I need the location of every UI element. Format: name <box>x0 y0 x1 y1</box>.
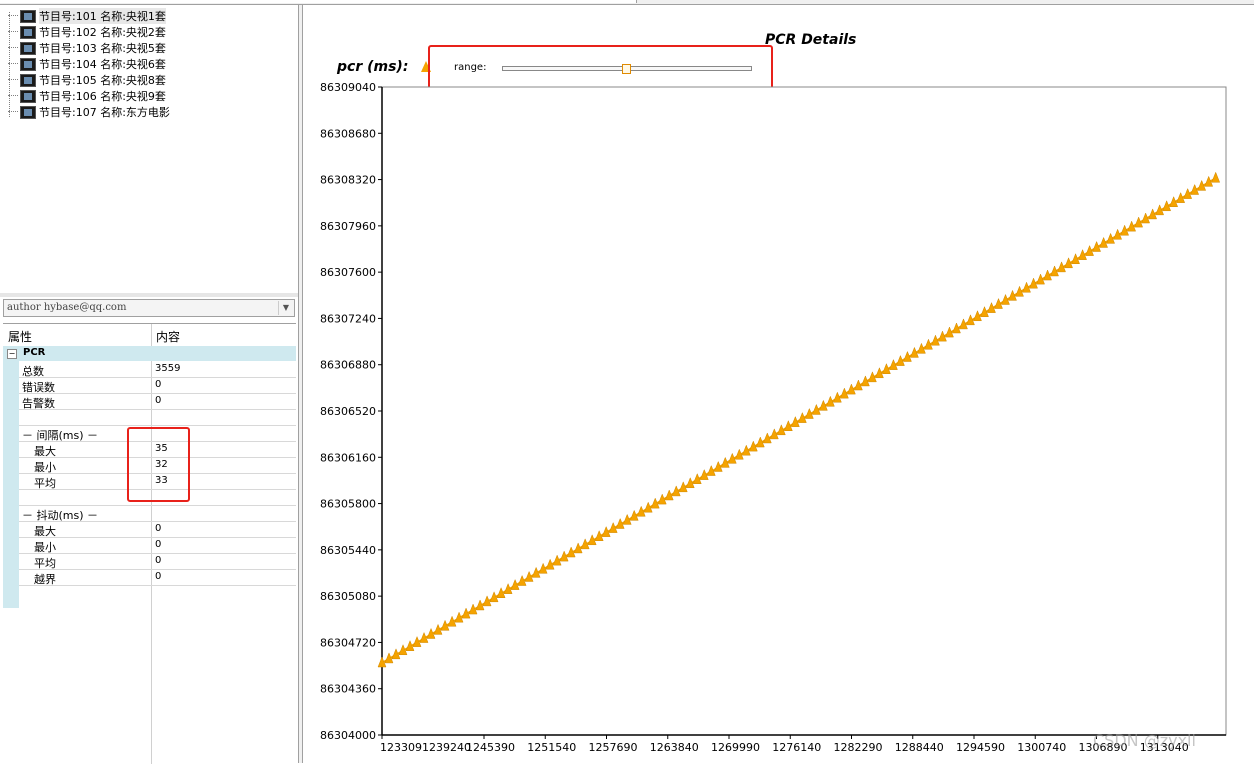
y-tick-label: 86307600 <box>320 266 376 279</box>
y-tick-label: 86308680 <box>320 127 376 140</box>
x-tick-label: 1300740 <box>1017 741 1066 754</box>
y-tick-label: 86308320 <box>320 174 376 187</box>
y-tick-label: 86305440 <box>320 544 376 557</box>
watermark: CSDN @zyxll <box>1093 731 1196 750</box>
y-tick-label: 86305800 <box>320 498 376 511</box>
y-tick-label: 86304000 <box>320 729 376 742</box>
x-tick-label: 1251540 <box>527 741 576 754</box>
x-tick-label: 1294590 <box>956 741 1005 754</box>
x-tick-label: 1245390 <box>466 741 515 754</box>
x-tick-label: 1233091239240 <box>380 741 471 754</box>
y-tick-label: 86306160 <box>320 451 376 464</box>
y-tick-label: 86307240 <box>320 312 376 325</box>
y-tick-label: 86309040 <box>320 81 376 94</box>
x-tick-label: 1257690 <box>589 741 638 754</box>
y-tick-label: 86304360 <box>320 683 376 696</box>
y-tick-label: 86306880 <box>320 359 376 372</box>
x-tick-label: 1288440 <box>895 741 944 754</box>
plot-frame <box>381 86 1227 736</box>
y-tick-label: 86304720 <box>320 636 376 649</box>
x-tick-label: 1282290 <box>834 741 883 754</box>
y-tick-label: 86306520 <box>320 405 376 418</box>
x-tick-label: 1276140 <box>772 741 821 754</box>
x-tick-label: 1263840 <box>650 741 699 754</box>
y-tick-label: 86305080 <box>320 590 376 603</box>
pcr-chart: 86304000 86304360 86304720 86305080 86305440… <box>320 81 1227 754</box>
y-tick-label: 86307960 <box>320 220 376 233</box>
x-tick-label: 1269990 <box>711 741 760 754</box>
